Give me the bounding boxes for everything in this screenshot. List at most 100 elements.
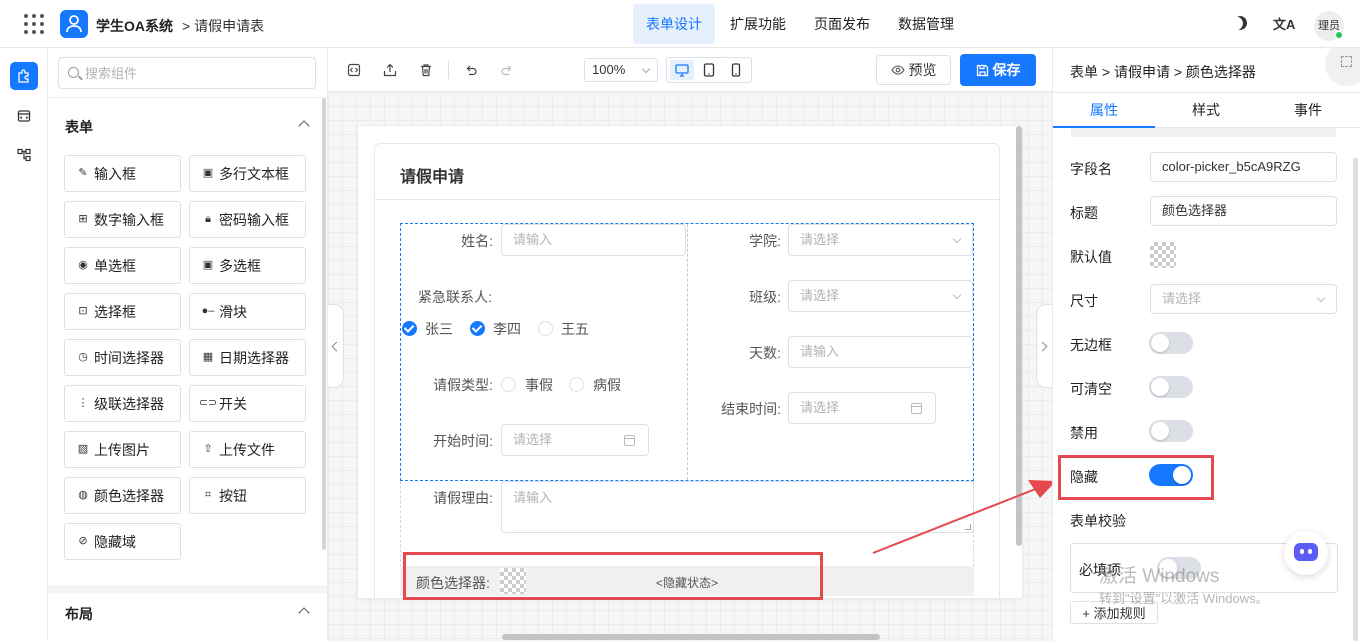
device-switcher (666, 57, 752, 83)
contact-checkbox-1[interactable] (402, 321, 417, 336)
left-rail (0, 48, 48, 641)
disabled-toggle[interactable] (1149, 420, 1193, 442)
default-color-swatch[interactable] (1150, 242, 1176, 268)
tab-properties[interactable]: 属性 (1053, 100, 1155, 120)
code-box-icon (17, 110, 31, 122)
annotation-highlight-hidden-field (403, 552, 823, 600)
label-no-border: 无边框 (1070, 337, 1112, 353)
scrolled-content-edge (1071, 128, 1336, 137)
undo-icon[interactable] (463, 62, 479, 78)
tab-styles[interactable]: 样式 (1155, 100, 1257, 120)
collapse-right-handle[interactable] (1036, 304, 1052, 388)
clearable-toggle[interactable] (1149, 376, 1193, 398)
end-time-picker[interactable]: 请选择 (788, 392, 936, 424)
comp-upload-image[interactable]: ▧ 上传图片 (64, 431, 181, 468)
app-title: 学生OA系统 (96, 18, 173, 34)
start-time-picker[interactable]: 请选择 (501, 424, 649, 456)
save-button[interactable]: 保存 (960, 54, 1036, 86)
property-scrollbar[interactable] (1353, 158, 1358, 641)
form-grid-row[interactable]: 姓名: 请输入 学院: 请选择 紧急联系人: 张三 李四 王五 班级: 请选择 … (400, 223, 974, 481)
no-border-toggle[interactable] (1149, 332, 1193, 354)
button-icon: ⌗ (204, 489, 212, 501)
class-select[interactable]: 请选择 (788, 280, 973, 312)
code-icon[interactable] (346, 62, 362, 78)
label-name: 姓名: (461, 233, 493, 249)
nav-extensions[interactable]: 扩展功能 (717, 4, 799, 44)
comp-switch[interactable]: ⊂⊃ 开关 (189, 385, 306, 422)
device-mobile-button[interactable] (724, 60, 748, 80)
comp-select[interactable]: ⊡ 选择框 (64, 293, 181, 330)
translate-icon[interactable]: 文A (1273, 14, 1295, 33)
pencil-icon: ✎ (78, 167, 88, 179)
contact-checkbox-2[interactable] (470, 321, 485, 336)
export-icon[interactable] (382, 62, 398, 78)
redo-icon[interactable] (499, 62, 515, 78)
main-nav: 表单设计 扩展功能 页面发布 数据管理 (633, 4, 969, 44)
comp-input[interactable]: ✎ 输入框 (64, 155, 181, 192)
name-input[interactable]: 请输入 (501, 224, 686, 256)
dark-mode-icon[interactable] (1231, 14, 1249, 32)
rail-components-button[interactable] (10, 62, 38, 90)
component-search[interactable] (58, 57, 316, 89)
nav-publish[interactable]: 页面发布 (801, 4, 883, 44)
leave-type-option-label: 病假 (593, 377, 621, 393)
tab-events[interactable]: 事件 (1257, 100, 1359, 120)
collapse-left-handle[interactable] (328, 304, 344, 388)
comp-hidden-field[interactable]: ⊘ 隐藏域 (64, 523, 181, 560)
leave-type-radio-2[interactable] (569, 377, 584, 392)
device-tablet-button[interactable] (697, 60, 721, 80)
comp-password-input[interactable]: 🔒︎ 密码输入框 (189, 201, 306, 238)
collapse-chevron-icon[interactable] (298, 607, 310, 619)
clock-icon: ◷ (78, 351, 88, 363)
field-name-input[interactable]: color-picker_b5cA9RZG (1150, 152, 1337, 182)
comp-cascader[interactable]: ⋮ 级联选择器 (64, 385, 181, 422)
canvas-scrollbar-horizontal[interactable] (502, 634, 880, 640)
fullscreen-icon[interactable] (1325, 48, 1360, 86)
leave-type-radio-1[interactable] (501, 377, 516, 392)
comp-checkbox[interactable]: ▣ 多选框 (189, 247, 306, 284)
assistant-bot-button[interactable] (1284, 531, 1328, 575)
comp-radio[interactable]: ◉ 单选框 (64, 247, 181, 284)
device-desktop-button[interactable] (670, 60, 694, 80)
title-input[interactable]: 颜色选择器 (1150, 196, 1337, 226)
component-scrollbar[interactable] (322, 98, 326, 550)
label-size: 尺寸 (1070, 293, 1098, 309)
nav-form-design[interactable]: 表单设计 (633, 4, 715, 44)
calendar-icon: ▦ (202, 351, 214, 363)
nav-data-management[interactable]: 数据管理 (885, 4, 967, 44)
comp-number-input[interactable]: ⊞ 数字输入框 (64, 201, 181, 238)
label-title: 标题 (1070, 205, 1098, 221)
contact-checkbox-3[interactable] (538, 321, 553, 336)
size-select[interactable]: 请选择 (1150, 284, 1337, 314)
comp-color-picker[interactable]: ◍ 颜色选择器 (64, 477, 181, 514)
comp-upload-file[interactable]: ⇧ 上传文件 (189, 431, 306, 468)
rail-tree-button[interactable] (10, 141, 38, 169)
rail-code-button[interactable] (10, 102, 38, 130)
chevron-down-icon (641, 64, 651, 74)
label-days: 天数: (749, 345, 781, 361)
label-leave-type: 请假类型: (433, 377, 493, 393)
designer-toolbar: 100% 预览 保存 (328, 48, 1052, 92)
trash-icon[interactable] (418, 62, 434, 78)
contact-option-label: 王五 (561, 321, 589, 337)
preview-button[interactable]: 预览 (876, 55, 951, 85)
calendar-icon (624, 435, 635, 446)
robot-icon (1294, 543, 1318, 561)
app-grid-icon[interactable] (24, 14, 44, 34)
component-search-input[interactable] (85, 63, 305, 83)
zoom-select[interactable]: 100% (584, 58, 658, 82)
days-input[interactable]: 请输入 (788, 336, 973, 368)
comp-button[interactable]: ⌗ 按钮 (189, 477, 306, 514)
comp-slider[interactable]: ●‒ 滑块 (189, 293, 306, 330)
comp-date-picker[interactable]: ▦ 日期选择器 (189, 339, 306, 376)
collapse-chevron-icon[interactable] (298, 120, 310, 132)
comp-time-picker[interactable]: ◷ 时间选择器 (64, 339, 181, 376)
label-start-time: 开始时间: (433, 433, 493, 449)
comp-textarea[interactable]: ▣ 多行文本框 (189, 155, 306, 192)
annotation-highlight-hidden-toggle (1058, 455, 1214, 500)
contact-option-label: 李四 (493, 321, 521, 337)
chevron-right-icon (1037, 341, 1048, 352)
contact-option-label: 张三 (425, 321, 453, 337)
college-select[interactable]: 请选择 (788, 224, 973, 256)
label-disabled: 禁用 (1070, 425, 1098, 441)
